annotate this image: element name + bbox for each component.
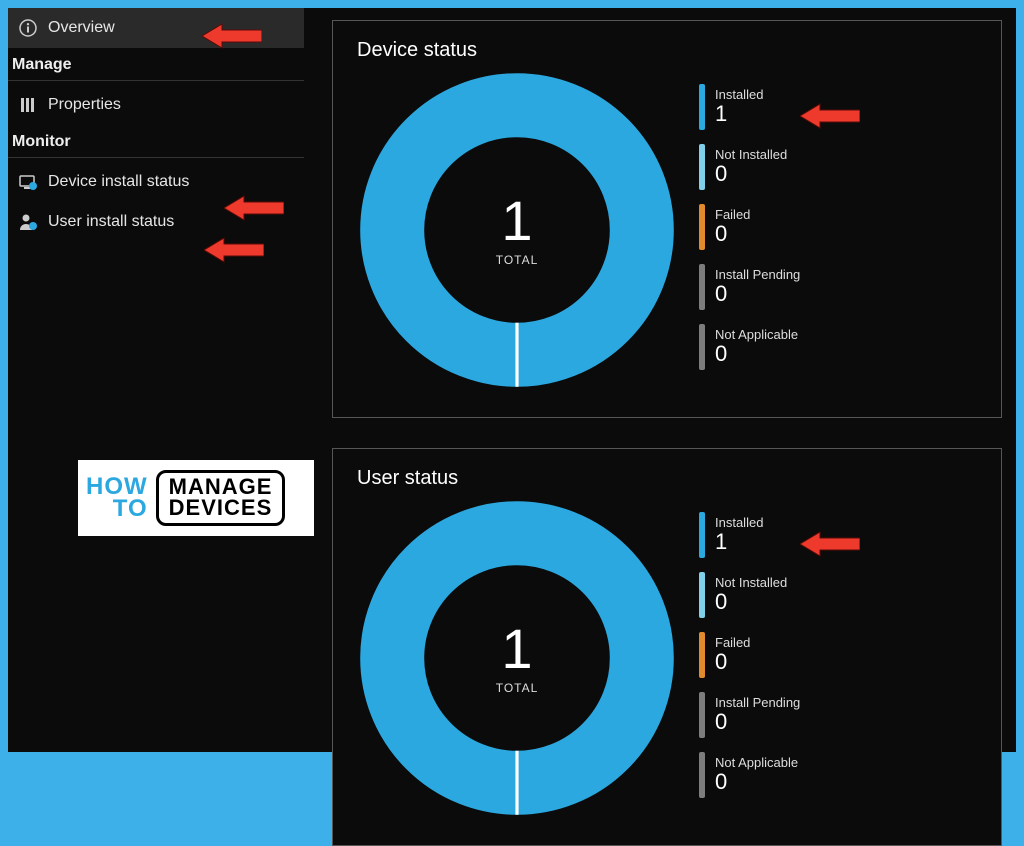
legend-value: 0 xyxy=(715,770,798,794)
info-icon xyxy=(18,18,38,38)
sidebar-item-label: Device install status xyxy=(48,173,189,191)
logo-word-devices: DEVICES xyxy=(169,498,273,519)
legend-value: 0 xyxy=(715,162,787,186)
legend-value: 0 xyxy=(715,590,787,614)
user-status-donut: 1 TOTAL xyxy=(357,498,677,818)
device-status-legend: Installed 1 Not Installed 0 xyxy=(699,84,800,370)
donut-total-label: TOTAL xyxy=(496,253,539,267)
legend-label: Installed xyxy=(715,515,763,530)
legend-item-failed[interactable]: Failed 0 xyxy=(699,204,800,250)
sidebar-item-properties[interactable]: Properties xyxy=(8,85,304,125)
legend-value: 0 xyxy=(715,650,750,674)
legend-value: 1 xyxy=(715,102,763,126)
card-device-status: Device status 1 TOTAL xyxy=(332,20,1002,418)
legend-value: 0 xyxy=(715,342,798,366)
legend-item-install-pending[interactable]: Install Pending 0 xyxy=(699,692,800,738)
donut-total-value: 1 xyxy=(496,193,539,249)
legend-color-bar xyxy=(699,84,705,130)
legend-label: Not Installed xyxy=(715,575,787,590)
legend-item-installed[interactable]: Installed 1 xyxy=(699,512,800,558)
legend-label: Not Installed xyxy=(715,147,787,162)
legend-color-bar xyxy=(699,572,705,618)
content-area: Device status 1 TOTAL xyxy=(332,20,1002,752)
legend-item-not-applicable[interactable]: Not Applicable 0 xyxy=(699,324,800,370)
legend-color-bar xyxy=(699,144,705,190)
legend-item-not-installed[interactable]: Not Installed 0 xyxy=(699,572,800,618)
donut-total-value: 1 xyxy=(496,621,539,677)
legend-value: 0 xyxy=(715,282,800,306)
app-frame: Overview Manage Properties Monitor Devic… xyxy=(8,8,1016,752)
sidebar-section-monitor: Monitor xyxy=(8,125,304,158)
legend-color-bar xyxy=(699,204,705,250)
sidebar-item-label: Properties xyxy=(48,96,121,114)
legend-color-bar xyxy=(699,512,705,558)
legend-item-not-applicable[interactable]: Not Applicable 0 xyxy=(699,752,800,798)
sidebar: Overview Manage Properties Monitor Devic… xyxy=(8,8,304,752)
sidebar-item-overview[interactable]: Overview xyxy=(8,8,304,48)
logo-word-to: TO xyxy=(113,498,148,520)
legend-item-not-installed[interactable]: Not Installed 0 xyxy=(699,144,800,190)
properties-icon xyxy=(18,95,38,115)
legend-label: Not Applicable xyxy=(715,755,798,770)
legend-value: 0 xyxy=(715,710,800,734)
legend-value: 1 xyxy=(715,530,763,554)
sidebar-item-device-install-status[interactable]: Device install status xyxy=(8,162,304,202)
legend-value: 0 xyxy=(715,222,750,246)
sidebar-item-user-install-status[interactable]: User install status xyxy=(8,202,304,242)
donut-total-label: TOTAL xyxy=(496,681,539,695)
legend-item-installed[interactable]: Installed 1 xyxy=(699,84,800,130)
legend-label: Not Applicable xyxy=(715,327,798,342)
legend-item-install-pending[interactable]: Install Pending 0 xyxy=(699,264,800,310)
legend-label: Failed xyxy=(715,635,750,650)
device-icon xyxy=(18,172,38,192)
user-icon xyxy=(18,212,38,232)
legend-color-bar xyxy=(699,264,705,310)
sidebar-section-manage: Manage xyxy=(8,48,304,81)
sidebar-item-label: User install status xyxy=(48,213,174,231)
device-status-donut: 1 TOTAL xyxy=(357,70,677,390)
legend-label: Installed xyxy=(715,87,763,102)
logo-how-to-manage-devices: HOW TO MANAGE DEVICES xyxy=(78,460,314,536)
card-title: User status xyxy=(357,467,977,490)
legend-label: Install Pending xyxy=(715,267,800,282)
sidebar-item-label: Overview xyxy=(48,19,115,37)
legend-color-bar xyxy=(699,692,705,738)
legend-item-failed[interactable]: Failed 0 xyxy=(699,632,800,678)
user-status-legend: Installed 1 Not Installed 0 xyxy=(699,512,800,798)
legend-label: Failed xyxy=(715,207,750,222)
legend-color-bar xyxy=(699,632,705,678)
legend-color-bar xyxy=(699,324,705,370)
card-user-status: User status 1 TOTAL I xyxy=(332,448,1002,846)
legend-label: Install Pending xyxy=(715,695,800,710)
legend-color-bar xyxy=(699,752,705,798)
card-title: Device status xyxy=(357,39,977,62)
